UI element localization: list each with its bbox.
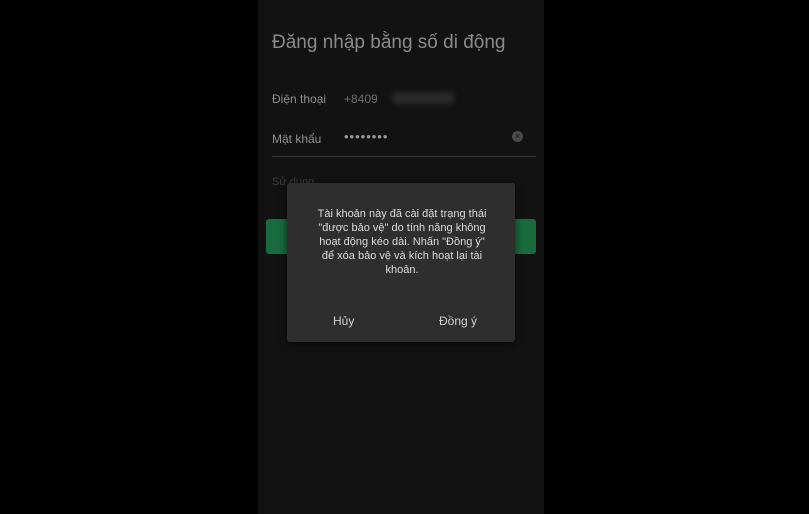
clear-icon[interactable]: × (512, 131, 523, 142)
field-divider (272, 156, 536, 157)
password-label: Mật khẩu (272, 132, 322, 146)
agree-button[interactable]: Đồng ý (439, 314, 477, 328)
protected-account-dialog: Tài khoản này đã cài đặt trạng thái "đượ… (287, 183, 515, 342)
dialog-message: Tài khoản này đã cài đặt trạng thái "đượ… (317, 208, 487, 276)
password-input[interactable]: •••••••• (344, 129, 388, 144)
phone-label: Điện thoại (272, 92, 327, 106)
password-field[interactable]: Mật khẩu •••••••• × (272, 128, 536, 152)
blurred-phone-number (392, 92, 454, 104)
phone-input[interactable]: +8409 (344, 92, 378, 106)
cancel-button[interactable]: Hủy (333, 314, 354, 328)
page-title: Đăng nhập bằng số di động (272, 32, 506, 53)
video-frame: Đăng nhập bằng số di động Điện thoại +84… (0, 0, 809, 514)
phone-field[interactable]: Điện thoại +8409 (272, 88, 536, 112)
